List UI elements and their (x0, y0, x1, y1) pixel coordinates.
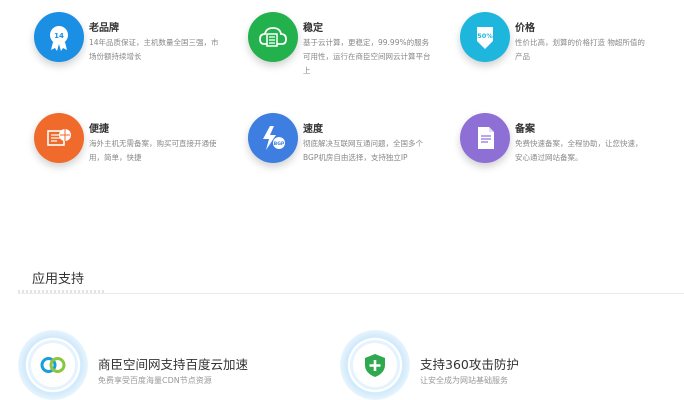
shield-plus-icon (365, 354, 385, 377)
feature-stable: 稳定 基于云计算，更稳定，99.99%的服务可用性，运行在商臣空间网云计算平台上 (248, 12, 458, 75)
feature-description: 性价比高，划算的价格打造 物超所值的产品 (515, 38, 645, 61)
feature-description: 彻底解决互联网互通问题，全国多个BGP机房自由选择，支持独立IP (303, 139, 423, 162)
support-title: 商臣空间网支持百度云加速 (98, 357, 249, 372)
feature-title: 稳定 (303, 23, 323, 34)
bgp-speed-icon: BGP (263, 126, 285, 150)
feature-description: 基于云计算，更稳定，99.99%的服务可用性，运行在商臣空间网云计算平台上 (303, 38, 431, 75)
support-item-baidu[interactable]: 商臣空间网支持百度云加速 免费享受百度海量CDN节点资源 (18, 330, 318, 400)
svg-text:14: 14 (54, 32, 64, 40)
feature-record: 备案 免费快速备案，全程协助，让您快速，安心通过网站备案。 (460, 113, 670, 173)
feature-title: 价格 (515, 23, 535, 34)
feature-convenient-badge (34, 113, 84, 163)
award-badge-icon: 14 (50, 26, 68, 51)
support-item-360[interactable]: 支持360攻击防护 让安全成为网站基础服务 (340, 330, 640, 400)
feature-convenient: 便捷 海外主机无需备案，购买可直接开通使用，简单，快捷 (34, 113, 244, 173)
feature-title: 速度 (303, 124, 323, 135)
feature-title: 备案 (515, 124, 535, 135)
document-icon (478, 127, 494, 149)
support-icon-wrap (31, 343, 75, 387)
feature-record-badge (460, 113, 510, 163)
baidu-cloud-icon (40, 357, 66, 373)
section-divider (18, 293, 684, 294)
svg-text:50%: 50% (477, 32, 493, 40)
discount-tag-icon: 50% (477, 27, 493, 49)
feature-price-badge: 50% (460, 12, 510, 62)
support-title: 支持360攻击防护 (420, 357, 519, 372)
feature-brand: 14 老品牌 14年品质保证，主机数量全国三强，市场份额持续增长 (34, 12, 244, 72)
globe-document-icon (47, 129, 71, 146)
section-title: 应用支持 (32, 272, 85, 287)
feature-price: 50% 价格 性价比高，划算的价格打造 物超所值的产品 (460, 12, 670, 72)
feature-title: 便捷 (89, 124, 109, 135)
feature-description: 海外主机无需备案，购买可直接开通使用，简单，快捷 (89, 139, 217, 162)
support-icon-wrap (353, 343, 397, 387)
cloud-server-icon (259, 27, 287, 47)
svg-text:BGP: BGP (274, 141, 285, 147)
support-description: 免费享受百度海量CDN节点资源 (98, 376, 212, 385)
feature-title: 老品牌 (89, 23, 119, 34)
feature-description: 14年品质保证，主机数量全国三强，市场份额持续增长 (89, 38, 219, 61)
feature-speed-badge: BGP (248, 113, 298, 163)
support-description: 让安全成为网站基础服务 (420, 376, 508, 385)
feature-description: 免费快速备案，全程协助，让您快速，安心通过网站备案。 (515, 139, 643, 162)
feature-speed: BGP 速度 彻底解决互联网互通问题，全国多个BGP机房自由选择，支持独立IP (248, 113, 458, 173)
feature-stable-badge (248, 12, 298, 62)
feature-brand-badge: 14 (34, 12, 84, 62)
